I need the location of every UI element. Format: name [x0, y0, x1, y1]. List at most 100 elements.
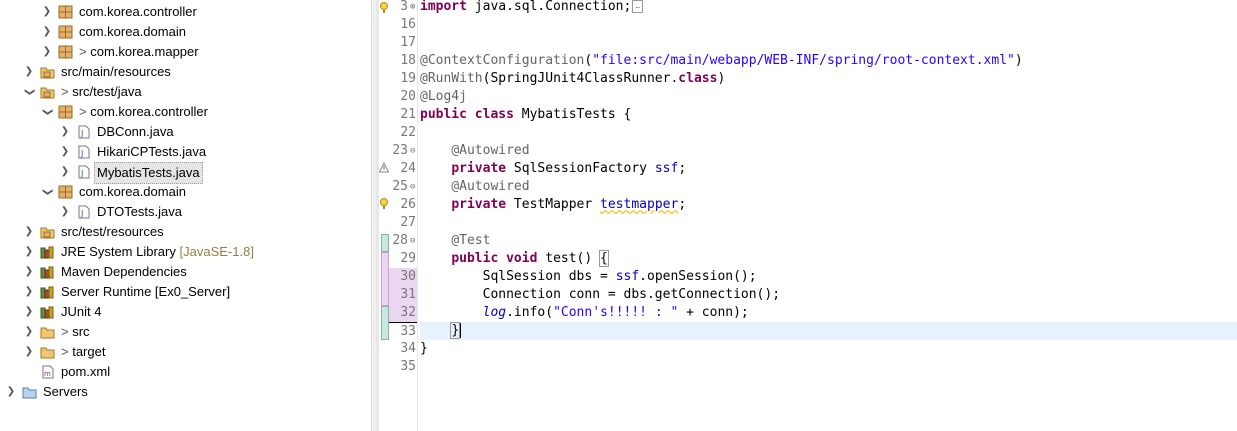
- folder-icon: [40, 347, 55, 359]
- tree-item-label: Maven Dependencies: [61, 264, 187, 279]
- tree-item-label: JUnit 4: [61, 304, 102, 319]
- tree-item[interactable]: ❯ com.korea.domain: [0, 182, 371, 202]
- tree-item-label: > com.korea.controller: [79, 104, 208, 119]
- tree-item[interactable]: ❯ > com.korea.controller: [0, 102, 371, 122]
- line-number: 35: [400, 359, 416, 374]
- tree-item-label: src/main/resources: [61, 64, 171, 79]
- current-code-line[interactable]: }: [420, 322, 1237, 340]
- package-icon: [58, 105, 73, 119]
- collapse-arrow-icon[interactable]: ❯: [37, 186, 57, 198]
- expand-arrow-icon[interactable]: ❯: [23, 342, 35, 362]
- expand-arrow-icon[interactable]: ❯: [41, 42, 53, 62]
- tree-item-label: DBConn.java: [97, 124, 174, 139]
- svg-text:J: J: [80, 169, 83, 178]
- expand-arrow-icon[interactable]: ❯: [23, 262, 35, 282]
- collapse-arrow-icon[interactable]: ❯: [19, 86, 39, 98]
- folded-imports-icon[interactable]: …: [632, 0, 644, 13]
- tree-item-label: > com.korea.mapper: [79, 44, 199, 59]
- java-file-icon: J: [78, 145, 90, 159]
- tree-item[interactable]: ❯ src/main/resources: [0, 62, 371, 82]
- tree-item[interactable]: ❯ com.korea.domain: [0, 22, 371, 42]
- tree-item[interactable]: ❯ Server Runtime [Ex0_Server]: [0, 282, 371, 302]
- collapse-arrow-icon[interactable]: ❯: [37, 106, 57, 118]
- line-number: 22: [400, 125, 416, 140]
- java-file-icon: J: [78, 205, 90, 219]
- quick-fix-icon[interactable]: [379, 1, 389, 15]
- expand-arrow-icon[interactable]: ❯: [23, 62, 35, 82]
- tree-item[interactable]: ❯ J DTOTests.java: [0, 202, 371, 222]
- tree-item[interactable]: ❯ JRE System Library [JavaSE-1.8]: [0, 242, 371, 262]
- expand-arrow-icon[interactable]: ❯: [23, 282, 35, 302]
- tree-item-label: > src: [61, 324, 90, 339]
- expand-arrow-icon[interactable]: ❯: [41, 22, 53, 42]
- change-marker: [381, 306, 389, 340]
- tree-item-selected[interactable]: ❯ J MybatisTests.java: [0, 162, 371, 184]
- expand-arrow-icon[interactable]: ❯: [5, 382, 17, 402]
- library-icon: [40, 306, 54, 319]
- svg-text:J: J: [80, 149, 83, 158]
- package-explorer: ❯ com.korea.controller ❯ com.korea.domai…: [0, 0, 371, 431]
- expand-arrow-icon[interactable]: ❯: [59, 202, 71, 222]
- change-marker: [381, 234, 389, 252]
- tree-item[interactable]: ❯ > com.korea.mapper: [0, 42, 371, 62]
- xml-file-icon: m: [42, 365, 54, 379]
- fold-collapse-icon[interactable]: ⊖: [410, 232, 415, 250]
- annotation-ruler: [379, 0, 389, 431]
- expand-arrow-icon[interactable]: ❯: [23, 322, 35, 342]
- code-line: import java.sql.Connection;…: [420, 0, 1237, 16]
- package-icon: [58, 45, 73, 59]
- expand-arrow-icon[interactable]: ❯: [59, 162, 71, 182]
- tree-item-label: Server Runtime [Ex0_Server]: [61, 284, 231, 299]
- line-number: 23 ⊖: [392, 142, 416, 160]
- svg-text:J: J: [80, 209, 83, 218]
- expand-arrow-icon[interactable]: ❯: [59, 142, 71, 162]
- tree-item[interactable]: ❯ > src/test/java: [0, 82, 371, 102]
- java-file-icon: J: [78, 165, 90, 179]
- line-number: 33: [389, 322, 417, 341]
- change-marker: [381, 252, 389, 306]
- expand-arrow-icon[interactable]: ❯: [23, 302, 35, 322]
- line-number: 28 ⊖: [392, 232, 416, 250]
- fold-collapse-icon[interactable]: ⊖: [410, 142, 415, 160]
- package-icon: [58, 5, 73, 19]
- tree-item[interactable]: ❯ > src: [0, 322, 371, 342]
- line-number: 31: [389, 286, 417, 304]
- tree-item[interactable]: ❯ Servers: [0, 382, 371, 402]
- expand-arrow-icon[interactable]: ❯: [59, 122, 71, 142]
- line-number: 30: [389, 268, 417, 286]
- tree-item[interactable]: ❯ JUnit 4: [0, 302, 371, 322]
- tree-item-label: com.korea.domain: [79, 184, 186, 199]
- folder-icon: [40, 327, 55, 339]
- fold-collapse-icon[interactable]: ⊖: [410, 178, 415, 196]
- tree-item-label: MybatisTests.java: [94, 162, 203, 184]
- tree-item[interactable]: ❯ com.korea.controller: [0, 2, 371, 22]
- line-number: 26: [400, 197, 416, 212]
- text-caret: [460, 323, 462, 338]
- line-number: 3 ⊕: [400, 0, 416, 16]
- svg-text:J: J: [80, 129, 83, 138]
- line-number: 25 ⊖: [392, 178, 416, 196]
- expand-arrow-icon[interactable]: ❯: [23, 242, 35, 262]
- tree-item[interactable]: ❯ src/test/resources: [0, 222, 371, 242]
- warning-icon[interactable]: [379, 161, 389, 175]
- quick-fix-icon[interactable]: [379, 197, 389, 211]
- library-icon: [40, 246, 54, 259]
- package-icon: [58, 25, 73, 39]
- fold-expand-icon[interactable]: ⊕: [410, 0, 415, 16]
- package-icon: [58, 185, 73, 199]
- tree-item[interactable]: ❯ Maven Dependencies: [0, 262, 371, 282]
- code-line: @Test: [451, 233, 491, 248]
- tree-item-label: pom.xml: [61, 364, 111, 379]
- tree-item[interactable]: ❯ > target: [0, 342, 371, 362]
- line-number: 20: [400, 89, 416, 104]
- tree-item[interactable]: ❯ J DBConn.java: [0, 122, 371, 142]
- tree-item[interactable]: m pom.xml: [0, 362, 371, 382]
- svg-text:m: m: [44, 370, 51, 378]
- line-number: 29: [400, 251, 416, 266]
- code-line: public class MybatisTests {: [420, 107, 632, 122]
- code-editor[interactable]: 3 ⊕ 16 17 18 19 20 21 22 23 ⊖ 24 25 ⊖ 26 27…: [379, 0, 1237, 431]
- expand-arrow-icon[interactable]: ❯: [41, 2, 53, 22]
- tree-item[interactable]: ❯ J HikariCPTests.java: [0, 142, 371, 162]
- code-line: log.info("Conn's!!!!! : " + conn);: [482, 305, 749, 320]
- expand-arrow-icon[interactable]: ❯: [23, 222, 35, 242]
